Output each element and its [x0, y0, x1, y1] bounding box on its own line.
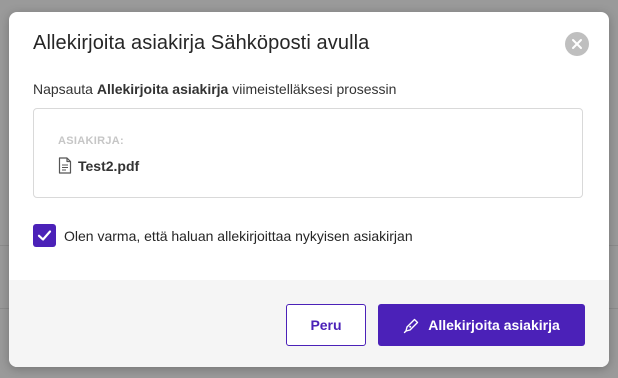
- cancel-button[interactable]: Peru: [286, 304, 366, 346]
- document-file: Test2.pdf: [58, 157, 139, 174]
- document-icon: [58, 157, 72, 174]
- sign-document-button[interactable]: Allekirjoita asiakirja: [378, 304, 585, 346]
- confirm-label[interactable]: Olen varma, että haluan allekirjoittaa n…: [64, 228, 413, 244]
- pen-icon: [404, 318, 419, 333]
- close-icon: [572, 39, 582, 49]
- document-label: ASIAKIRJA:: [58, 135, 124, 147]
- instruction-emphasis: Allekirjoita asiakirja: [96, 81, 229, 97]
- document-file-name: Test2.pdf: [78, 157, 140, 174]
- dialog-footer: Peru Allekirjoita asiakirja: [9, 280, 609, 367]
- close-button[interactable]: [565, 32, 589, 56]
- instruction-prefix: Napsauta: [33, 81, 97, 97]
- confirm-checkbox[interactable]: [33, 224, 56, 247]
- instruction-text: Napsauta Allekirjoita asiakirja viimeist…: [33, 81, 396, 97]
- confirmation-row: Olen varma, että haluan allekirjoittaa n…: [33, 224, 413, 247]
- sign-document-dialog: Allekirjoita asiakirja Sähköposti avulla…: [9, 12, 609, 367]
- instruction-suffix: viimeistelläksesi prosessin: [228, 81, 397, 97]
- sign-button-label: Allekirjoita asiakirja: [428, 317, 560, 333]
- document-card: ASIAKIRJA: Test2.pdf: [33, 108, 583, 198]
- checkmark-icon: [37, 230, 52, 241]
- dialog-title: Allekirjoita asiakirja Sähköposti avulla: [33, 32, 370, 54]
